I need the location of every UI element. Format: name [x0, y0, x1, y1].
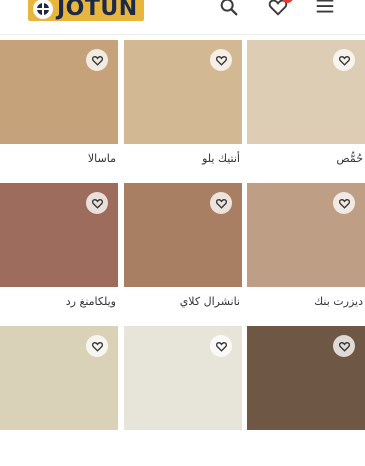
color-card[interactable]: نانشرال كلاي — [124, 183, 242, 323]
favorite-heart-icon[interactable] — [333, 49, 355, 71]
search-icon[interactable] — [218, 0, 240, 18]
favorite-heart-icon[interactable] — [86, 49, 108, 71]
favorite-heart-icon[interactable] — [333, 335, 355, 357]
favorite-heart-icon[interactable] — [210, 49, 232, 71]
color-name[interactable]: ماسالا — [88, 152, 116, 165]
jotun-logo[interactable]: JOTUN — [28, 0, 144, 21]
menu-icon[interactable] — [314, 0, 336, 18]
color-name[interactable]: ديزرت بنك — [314, 295, 363, 308]
brand-name: JOTUN — [57, 0, 138, 21]
color-card[interactable]: حُمُّص — [247, 40, 365, 180]
color-card[interactable] — [124, 326, 242, 466]
color-card[interactable]: أنتيك يلو — [124, 40, 242, 180]
color-card[interactable] — [247, 326, 365, 466]
jotun-emblem-icon — [33, 0, 53, 19]
favorite-heart-icon[interactable] — [86, 335, 108, 357]
color-card[interactable]: ديزرت بنك — [247, 183, 365, 323]
favorite-heart-icon[interactable] — [210, 335, 232, 357]
color-name[interactable]: أنتيك يلو — [202, 152, 240, 165]
favorite-heart-icon[interactable] — [86, 192, 108, 214]
app-header: JOTUN — [0, 0, 365, 35]
favorite-heart-icon[interactable] — [210, 192, 232, 214]
color-card[interactable]: ماسالا — [0, 40, 118, 180]
color-name[interactable]: ويلكامنغ رد — [66, 295, 116, 308]
favorite-heart-icon[interactable] — [333, 192, 355, 214]
color-card[interactable] — [0, 326, 118, 466]
color-card[interactable]: ويلكامنغ رد — [0, 183, 118, 323]
color-name[interactable]: نانشرال كلاي — [180, 295, 240, 308]
color-name[interactable]: حُمُّص — [336, 152, 363, 165]
